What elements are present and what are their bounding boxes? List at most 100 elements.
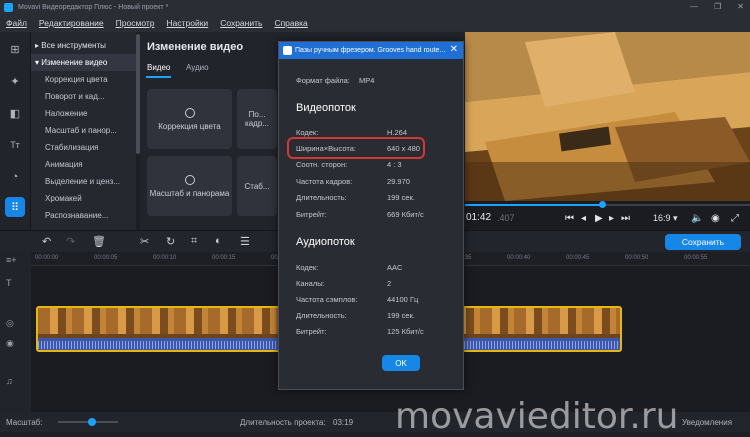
scale-label: Масштаб: bbox=[6, 417, 43, 427]
stickers-icon[interactable]: ◔ bbox=[5, 167, 25, 187]
tile-color-correction[interactable]: Коррекция цвета bbox=[147, 89, 232, 149]
video-track-icon: ◎ bbox=[6, 318, 14, 328]
undo-icon[interactable]: ↶ bbox=[42, 235, 51, 248]
video-duration-value: 199 сек. bbox=[387, 193, 415, 202]
tool-item[interactable]: Наложение bbox=[31, 105, 136, 122]
video-edit-item[interactable]: ▾ Изменение видео bbox=[31, 54, 136, 71]
titles-icon[interactable]: Tт bbox=[5, 135, 25, 155]
audio-duration-label: Длительность: bbox=[296, 311, 347, 320]
tool-item[interactable]: Анимация bbox=[31, 156, 136, 173]
playback-progress[interactable] bbox=[465, 204, 750, 206]
playhead-knob[interactable] bbox=[598, 201, 606, 208]
maximize-button[interactable]: ❐ bbox=[714, 2, 721, 11]
video-preview[interactable] bbox=[465, 32, 750, 201]
close-icon[interactable]: ✕ bbox=[450, 44, 458, 55]
tile-label: Стаб... bbox=[244, 181, 270, 191]
audio-codec-value: AAC bbox=[387, 263, 403, 272]
audio-stream-heading: Аудиопоток bbox=[296, 236, 355, 248]
delete-icon[interactable]: 🗑 bbox=[92, 235, 106, 248]
ruler-tick-label: 00:00:55 bbox=[684, 255, 708, 261]
color-adjust-icon[interactable]: ◐ bbox=[215, 235, 222, 247]
snapshot-icon[interactable]: ◉ bbox=[711, 213, 720, 224]
project-duration: 03:19 bbox=[333, 417, 354, 427]
progress-fill bbox=[465, 204, 602, 206]
fullscreen-icon[interactable]: ⤢ bbox=[731, 213, 739, 224]
frame-rate-label: Частота кадров: bbox=[296, 177, 353, 186]
ruler-tick-label: 00:00:50 bbox=[625, 255, 649, 261]
music-track-icon: ♫ bbox=[6, 376, 13, 386]
tile-stabilization[interactable]: Стаб... bbox=[237, 156, 277, 216]
volume-icon[interactable]: 🔈 bbox=[691, 213, 703, 224]
menu-view[interactable]: Просмотр bbox=[116, 18, 155, 28]
tool-item[interactable]: Коррекция цвета bbox=[31, 71, 136, 88]
add-track-icon[interactable]: ≡+ bbox=[6, 255, 17, 265]
video-bitrate-value: 669 Кбит/с bbox=[387, 210, 424, 219]
all-tools-label: Все инструменты bbox=[41, 41, 106, 50]
tool-item[interactable]: Масштаб и панор... bbox=[31, 122, 136, 139]
close-window-button[interactable]: ✕ bbox=[737, 2, 744, 11]
track-mute-icon[interactable]: ◉ bbox=[6, 338, 14, 349]
ok-button[interactable]: OK bbox=[382, 355, 420, 371]
ruler-tick-label: 00:00:10 bbox=[153, 255, 177, 261]
tile-label: Коррекция цвета bbox=[158, 121, 221, 131]
video-bitrate-label: Битрейт: bbox=[296, 210, 327, 219]
preview-frame-image bbox=[465, 32, 750, 201]
resolution-highlight bbox=[287, 137, 425, 159]
tile-label: Масштаб и панорама bbox=[149, 188, 230, 198]
transitions-icon[interactable]: ◧ bbox=[5, 103, 25, 123]
notifications-link[interactable]: Уведомления bbox=[682, 418, 732, 427]
tile-label: По... кадр... bbox=[245, 110, 269, 128]
menu-help[interactable]: Справка bbox=[274, 18, 307, 28]
tile-pan-zoom[interactable]: Масштаб и панорама bbox=[147, 156, 232, 216]
ruler-tick-label: 00:00:40 bbox=[507, 255, 531, 261]
magic-icon[interactable]: ✦ bbox=[5, 71, 25, 91]
minimize-button[interactable]: — bbox=[690, 2, 698, 11]
prev-clip-icon[interactable]: ⏮ bbox=[565, 213, 574, 224]
play-icon[interactable]: ▶ bbox=[595, 213, 603, 224]
tool-item[interactable]: Поворот и кад... bbox=[31, 88, 136, 105]
crop-icon[interactable]: ⌗ bbox=[191, 235, 197, 248]
zoom-slider-knob[interactable] bbox=[88, 418, 96, 426]
cut-icon[interactable]: ✂ bbox=[140, 235, 149, 248]
tools-panel: ▸ Все инструменты ▾ Изменение видео Корр… bbox=[31, 32, 136, 230]
list-icon[interactable]: ☰ bbox=[240, 235, 250, 248]
tool-item[interactable]: Хромакей bbox=[31, 190, 136, 207]
rotate-icon[interactable]: ↻ bbox=[166, 235, 175, 248]
ruler-tick-label: 00:00:45 bbox=[566, 255, 590, 261]
current-time: 01:42 bbox=[466, 212, 492, 223]
channels-label: Каналы: bbox=[296, 279, 325, 288]
dialog-titlebar: Пазы ручным фрезером. Grooves hand route… bbox=[279, 42, 463, 59]
project-duration-label: Длительность проекта: bbox=[240, 417, 326, 427]
tool-item[interactable]: Распознавание... bbox=[31, 207, 136, 224]
content-title: Изменение видео bbox=[147, 41, 244, 53]
aspect-select[interactable]: 16:9 ▾ bbox=[653, 213, 678, 224]
tool-item[interactable]: Выделение и ценз... bbox=[31, 173, 136, 190]
redo-icon[interactable]: ↷ bbox=[66, 235, 75, 248]
video-codec-label: Кодек: bbox=[296, 128, 319, 137]
menu-file[interactable]: Файл bbox=[6, 18, 27, 28]
menu-save[interactable]: Сохранить bbox=[220, 18, 262, 28]
tab-video[interactable]: Видео bbox=[147, 63, 170, 72]
tile-rotate-crop[interactable]: По... кадр... bbox=[237, 89, 277, 149]
file-info-dialog: Пазы ручным фрезером. Grooves hand route… bbox=[278, 41, 464, 390]
menu-settings[interactable]: Настройки bbox=[167, 18, 209, 28]
video-codec-value: H.264 bbox=[387, 128, 408, 137]
text-track-icon: T bbox=[6, 278, 12, 288]
window-title: Movavi Видеоредактор Плюс - Новый проект… bbox=[18, 3, 169, 11]
app-logo-icon bbox=[4, 2, 13, 12]
tool-item[interactable]: Стабилизация bbox=[31, 139, 136, 156]
next-clip-icon[interactable]: ⏭ bbox=[621, 213, 630, 224]
track-headers: ≡+ T ◎ ◉ ♫ bbox=[0, 252, 31, 412]
menu-edit[interactable]: Редактирование bbox=[39, 18, 104, 28]
import-icon[interactable]: ⊞ bbox=[5, 39, 25, 59]
all-tools-item[interactable]: ▸ Все инструменты bbox=[31, 37, 136, 54]
save-button[interactable]: Сохранить bbox=[665, 234, 741, 250]
more-tools-icon[interactable]: ⠿ bbox=[5, 197, 25, 217]
sample-rate-label: Частота сэмплов: bbox=[296, 295, 358, 304]
menu-bar: Файл Редактирование Просмотр Настройки С… bbox=[0, 14, 750, 32]
audio-bitrate-value: 125 Кбит/с bbox=[387, 327, 424, 336]
step-forward-icon[interactable]: ▸ bbox=[609, 213, 614, 224]
step-back-icon[interactable]: ◂ bbox=[581, 213, 586, 224]
tab-audio[interactable]: Аудио bbox=[186, 63, 209, 72]
video-stream-heading: Видеопоток bbox=[296, 102, 356, 114]
